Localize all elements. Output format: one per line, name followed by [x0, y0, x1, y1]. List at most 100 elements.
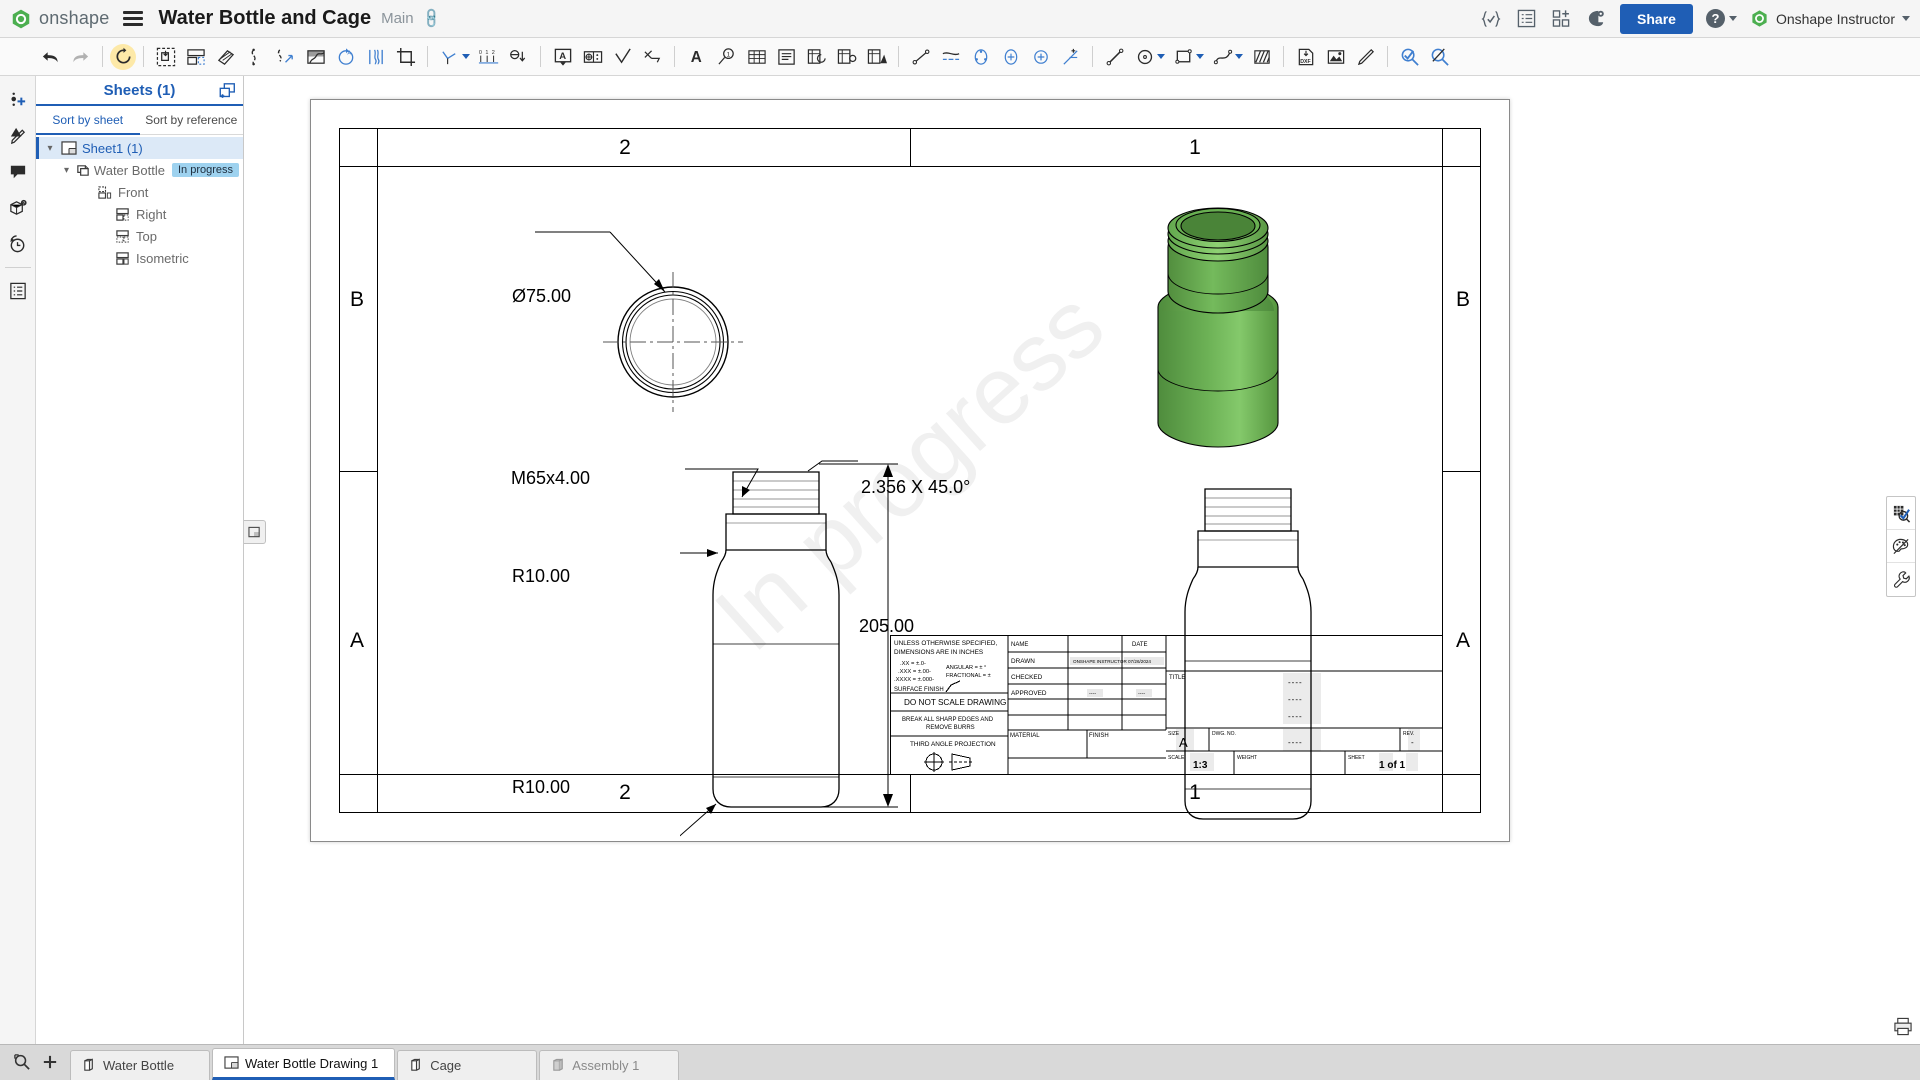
history-clock-icon[interactable]	[3, 226, 33, 262]
tree-item-sheet1[interactable]: ▾ Sheet1 (1)	[36, 137, 243, 159]
bolt-circle-centermark-icon[interactable]	[966, 42, 995, 72]
center-mark-icon[interactable]	[936, 42, 965, 72]
markup-pen-icon[interactable]	[3, 118, 33, 154]
section-view-icon[interactable]	[211, 42, 240, 72]
surface-finish-icon[interactable]	[608, 42, 637, 72]
balloon-icon[interactable]: 1	[712, 42, 741, 72]
collapse-panel-button[interactable]	[244, 520, 266, 544]
diameter-dim-label[interactable]: Ø75.00	[512, 286, 571, 307]
top-view-geometry[interactable]	[515, 224, 775, 444]
broken-out-section-icon[interactable]	[301, 42, 330, 72]
revision-table-icon[interactable]	[802, 42, 831, 72]
search-tabs-icon[interactable]	[9, 1049, 35, 1075]
update-views-icon[interactable]	[110, 43, 136, 70]
note-icon[interactable]: A	[548, 42, 577, 72]
onshape-logo[interactable]: onshape	[10, 8, 109, 30]
bom-table-icon[interactable]	[772, 42, 801, 72]
insert-view-icon[interactable]	[151, 42, 180, 72]
spline-dropdown-caret[interactable]	[1235, 54, 1243, 59]
height-dim-label[interactable]: 205.00	[859, 616, 914, 637]
spline-icon[interactable]	[1208, 42, 1237, 72]
part-info-icon[interactable]: ?	[3, 190, 33, 226]
pen-icon[interactable]	[1351, 42, 1380, 72]
tab-sort-by-sheet[interactable]: Sort by sheet	[36, 106, 140, 135]
undo-icon[interactable]	[36, 42, 65, 72]
tab-sort-by-reference[interactable]: Sort by reference	[140, 106, 244, 134]
drawing-canvas[interactable]: 2 1 2 1 B A B A In progress Ø75.00 M65x4…	[244, 76, 1920, 1044]
chamfer-callout-label[interactable]: 2.356 X 45.0°	[861, 477, 970, 498]
radius-top-dim-label[interactable]: R10.00	[512, 566, 570, 587]
print-icon[interactable]	[1890, 1014, 1916, 1038]
dimension-dropdown-caret[interactable]	[462, 54, 470, 59]
ordinate-dimension-icon[interactable]: 012	[474, 42, 503, 72]
link-icon[interactable]: 🔗	[419, 6, 443, 30]
main-menu-button[interactable]	[123, 11, 144, 26]
tree-item-isometric-view[interactable]: Isometric	[36, 247, 243, 269]
brain-icon[interactable]	[1585, 8, 1607, 30]
thread-callout-label[interactable]: M65x4.00	[511, 468, 590, 489]
insert-image-icon[interactable]	[1321, 42, 1350, 72]
redo-icon[interactable]	[66, 42, 95, 72]
chevron-down-icon[interactable]: ▾	[59, 165, 74, 176]
centerline-icon[interactable]	[906, 42, 935, 72]
cut-list-table-icon[interactable]	[862, 42, 891, 72]
variable-studio-icon[interactable]	[1480, 8, 1502, 30]
import-dxf-icon[interactable]: DXF	[1291, 42, 1320, 72]
add-app-icon[interactable]	[1550, 8, 1572, 30]
snap-grid-icon[interactable]	[1887, 497, 1915, 530]
user-menu[interactable]: Onshape Instructor	[1750, 9, 1910, 28]
hole-callout-icon[interactable]	[504, 42, 533, 72]
isometric-view-geometry[interactable]	[1140, 199, 1340, 529]
leader-line-icon[interactable]	[1056, 42, 1085, 72]
rectangle-dropdown-caret[interactable]	[1196, 54, 1204, 59]
new-sheet-button[interactable]	[215, 79, 239, 103]
circle-dropdown-caret[interactable]	[1157, 54, 1165, 59]
tab-water-bottle-drawing-1[interactable]: Water Bottle Drawing 1	[212, 1048, 396, 1080]
wrench-icon[interactable]	[1887, 563, 1915, 596]
tree-item-right-view[interactable]: Right	[36, 203, 243, 225]
tree-item-top-view[interactable]: Top	[36, 225, 243, 247]
status-badge: In progress	[171, 163, 239, 177]
weld-symbol-icon[interactable]	[638, 42, 667, 72]
hatch-icon[interactable]	[1247, 42, 1276, 72]
tab-water-bottle[interactable]: Water Bottle	[70, 1050, 210, 1080]
centerline-circle-icon[interactable]	[996, 42, 1025, 72]
share-button[interactable]: Share	[1620, 3, 1693, 34]
crop-view-icon[interactable]	[391, 42, 420, 72]
palette-hide-icon[interactable]	[1887, 530, 1915, 563]
tab-assembly-1[interactable]: Assembly 1	[539, 1050, 680, 1080]
show-hide-check-icon[interactable]	[1395, 42, 1424, 72]
table-icon[interactable]	[742, 42, 771, 72]
geometric-tolerance-icon[interactable]	[578, 42, 607, 72]
add-feature-icon[interactable]	[3, 82, 33, 118]
svg-text:A: A	[690, 49, 701, 66]
crop-rotate-view-icon[interactable]: A	[331, 42, 360, 72]
dimension-icon[interactable]	[435, 42, 464, 72]
radius-bottom-dim-label[interactable]: R10.00	[512, 777, 570, 798]
text-icon[interactable]: A	[682, 42, 711, 72]
help-menu[interactable]: ?	[1705, 9, 1737, 28]
comments-icon[interactable]	[3, 154, 33, 190]
tree-item-front-view[interactable]: Front	[36, 181, 243, 203]
hide-all-icon[interactable]	[1425, 42, 1454, 72]
drawing-sheet[interactable]: 2 1 2 1 B A B A In progress Ø75.00 M65x4…	[310, 99, 1510, 842]
properties-icon[interactable]	[3, 273, 33, 309]
circle-icon[interactable]	[1130, 42, 1159, 72]
auxiliary-view-icon[interactable]	[271, 42, 300, 72]
rectangle-icon[interactable]	[1169, 42, 1198, 72]
dwg-no-label: DWG. NO.	[1212, 731, 1236, 737]
front-view-geometry[interactable]	[680, 459, 910, 879]
break-view-icon[interactable]	[361, 42, 390, 72]
insert-centermark-icon[interactable]	[1026, 42, 1055, 72]
add-tab-icon[interactable]	[37, 1049, 63, 1075]
tree-item-water-bottle-view[interactable]: ▾ Water Bottle In progress	[36, 159, 243, 181]
tab-cage[interactable]: Cage	[397, 1050, 538, 1080]
hole-table-icon[interactable]	[832, 42, 861, 72]
chevron-down-icon[interactable]: ▾	[41, 143, 59, 154]
title-block[interactable]: UNLESS OTHERWISE SPECIFIED, DIMENSIONS A…	[890, 635, 1443, 775]
zone-label-top-2: 2	[619, 136, 631, 159]
detail-view-icon[interactable]	[241, 42, 270, 72]
line-icon[interactable]	[1100, 42, 1129, 72]
projected-view-icon[interactable]	[181, 42, 210, 72]
properties-list-icon[interactable]	[1515, 8, 1537, 30]
